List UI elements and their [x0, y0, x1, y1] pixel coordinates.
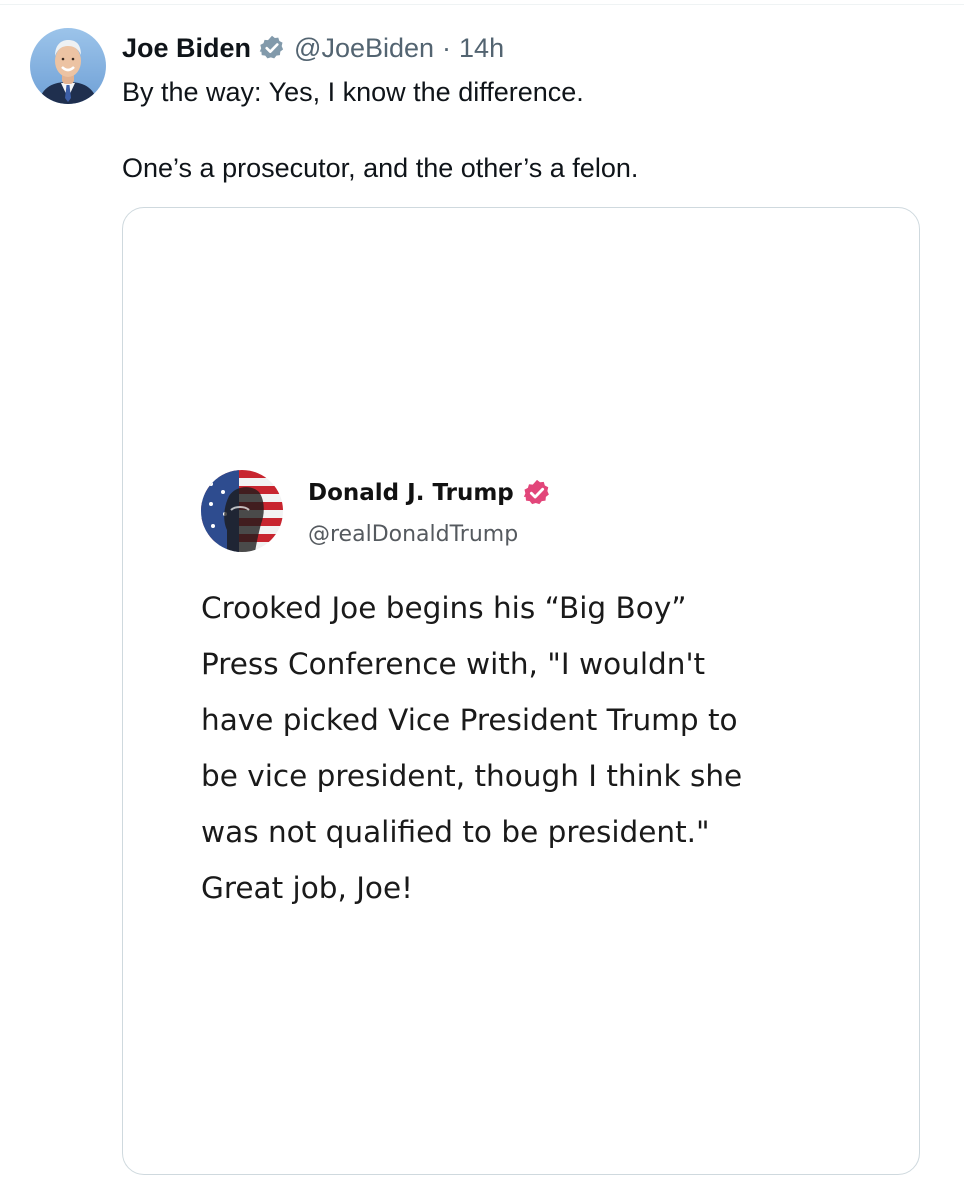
embedded-author-name: Donald J. Trump [308, 480, 514, 506]
joe-biden-avatar-icon [30, 28, 106, 104]
tweet[interactable]: Joe Biden @JoeBiden · 14h By the way: Ye… [0, 0, 964, 1200]
embedded-name-row: Donald J. Trump [308, 478, 552, 508]
embedded-post-text: Crooked Joe begins his “Big Boy” Press C… [201, 591, 743, 905]
tweet-text-line: One’s a prosecutor, and the other’s a fe… [122, 153, 639, 183]
verified-badge-icon[interactable] [258, 34, 286, 62]
tweet-text-line: By the way: Yes, I know the difference. [122, 77, 584, 107]
embedded-verified-badge-icon [522, 478, 552, 508]
author-handle[interactable]: @JoeBiden [294, 33, 434, 64]
author-name[interactable]: Joe Biden [122, 33, 251, 64]
media-card[interactable]: Donald J. Trump @realDonaldTrump Crooked… [122, 207, 920, 1175]
separator-dot: · [442, 32, 452, 63]
embedded-author-handle: @realDonaldTrump [308, 522, 519, 547]
author-avatar[interactable] [30, 28, 106, 104]
timestamp[interactable]: 14h [459, 33, 504, 64]
tweet-header: Joe Biden @JoeBiden · 14h [122, 30, 504, 66]
donald-trump-flag-avatar-icon [201, 470, 283, 552]
embedded-author-avatar [201, 470, 283, 552]
tweet-text: By the way: Yes, I know the difference. … [122, 73, 922, 187]
